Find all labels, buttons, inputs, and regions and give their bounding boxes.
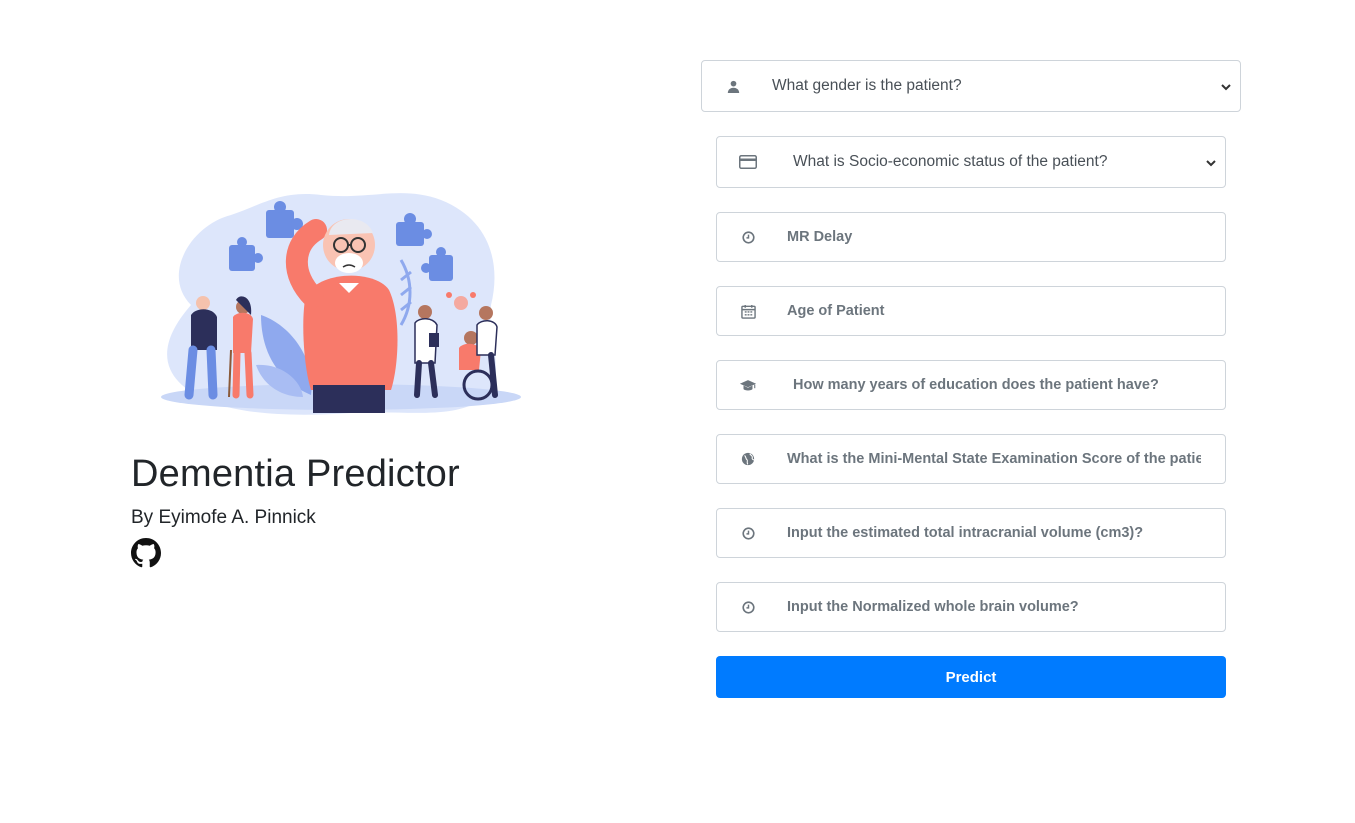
age-input[interactable]: Age of Patient [716, 286, 1226, 336]
predict-button[interactable]: Predict [716, 656, 1226, 698]
globe-icon [739, 450, 757, 468]
nwbv-input[interactable]: Input the Normalized whole brain volume? [716, 582, 1226, 632]
chevron-down-icon [1220, 80, 1232, 92]
clock-icon [739, 524, 757, 542]
calendar-icon [739, 302, 757, 320]
mr-delay-input[interactable]: MR Delay [716, 212, 1226, 262]
github-icon[interactable] [131, 538, 161, 568]
clock-icon [739, 228, 757, 246]
gender-select-label: What gender is the patient? [772, 77, 962, 94]
clock-icon [739, 598, 757, 616]
education-input[interactable]: How many years of education does the pat… [716, 360, 1226, 410]
gender-select[interactable]: What gender is the patient? [701, 60, 1241, 112]
etiv-placeholder: Input the estimated total intracranial v… [787, 525, 1144, 541]
user-icon [724, 77, 742, 95]
graduation-cap-icon [739, 376, 757, 394]
mr-delay-placeholder: MR Delay [787, 229, 853, 245]
dementia-illustration [161, 193, 521, 415]
age-placeholder: Age of Patient [787, 303, 885, 319]
chevron-down-icon [1205, 156, 1217, 168]
nwbv-placeholder: Input the Normalized whole brain volume? [787, 599, 1079, 615]
page-title: Dementia Predictor [131, 453, 460, 495]
mmse-input[interactable]: What is the Mini-Mental State Examinatio… [716, 434, 1226, 484]
etiv-input[interactable]: Input the estimated total intracranial v… [716, 508, 1226, 558]
intro-panel: Dementia Predictor By Eyimofe A. Pinnick [131, 0, 551, 823]
education-placeholder: How many years of education does the pat… [793, 377, 1159, 393]
ses-select-label: What is Socio-economic status of the pat… [793, 153, 1108, 170]
credit-card-icon [739, 153, 757, 171]
ses-select[interactable]: What is Socio-economic status of the pat… [716, 136, 1226, 188]
mmse-placeholder: What is the Mini-Mental State Examinatio… [787, 451, 1201, 467]
author-byline: By Eyimofe A. Pinnick [131, 507, 316, 528]
